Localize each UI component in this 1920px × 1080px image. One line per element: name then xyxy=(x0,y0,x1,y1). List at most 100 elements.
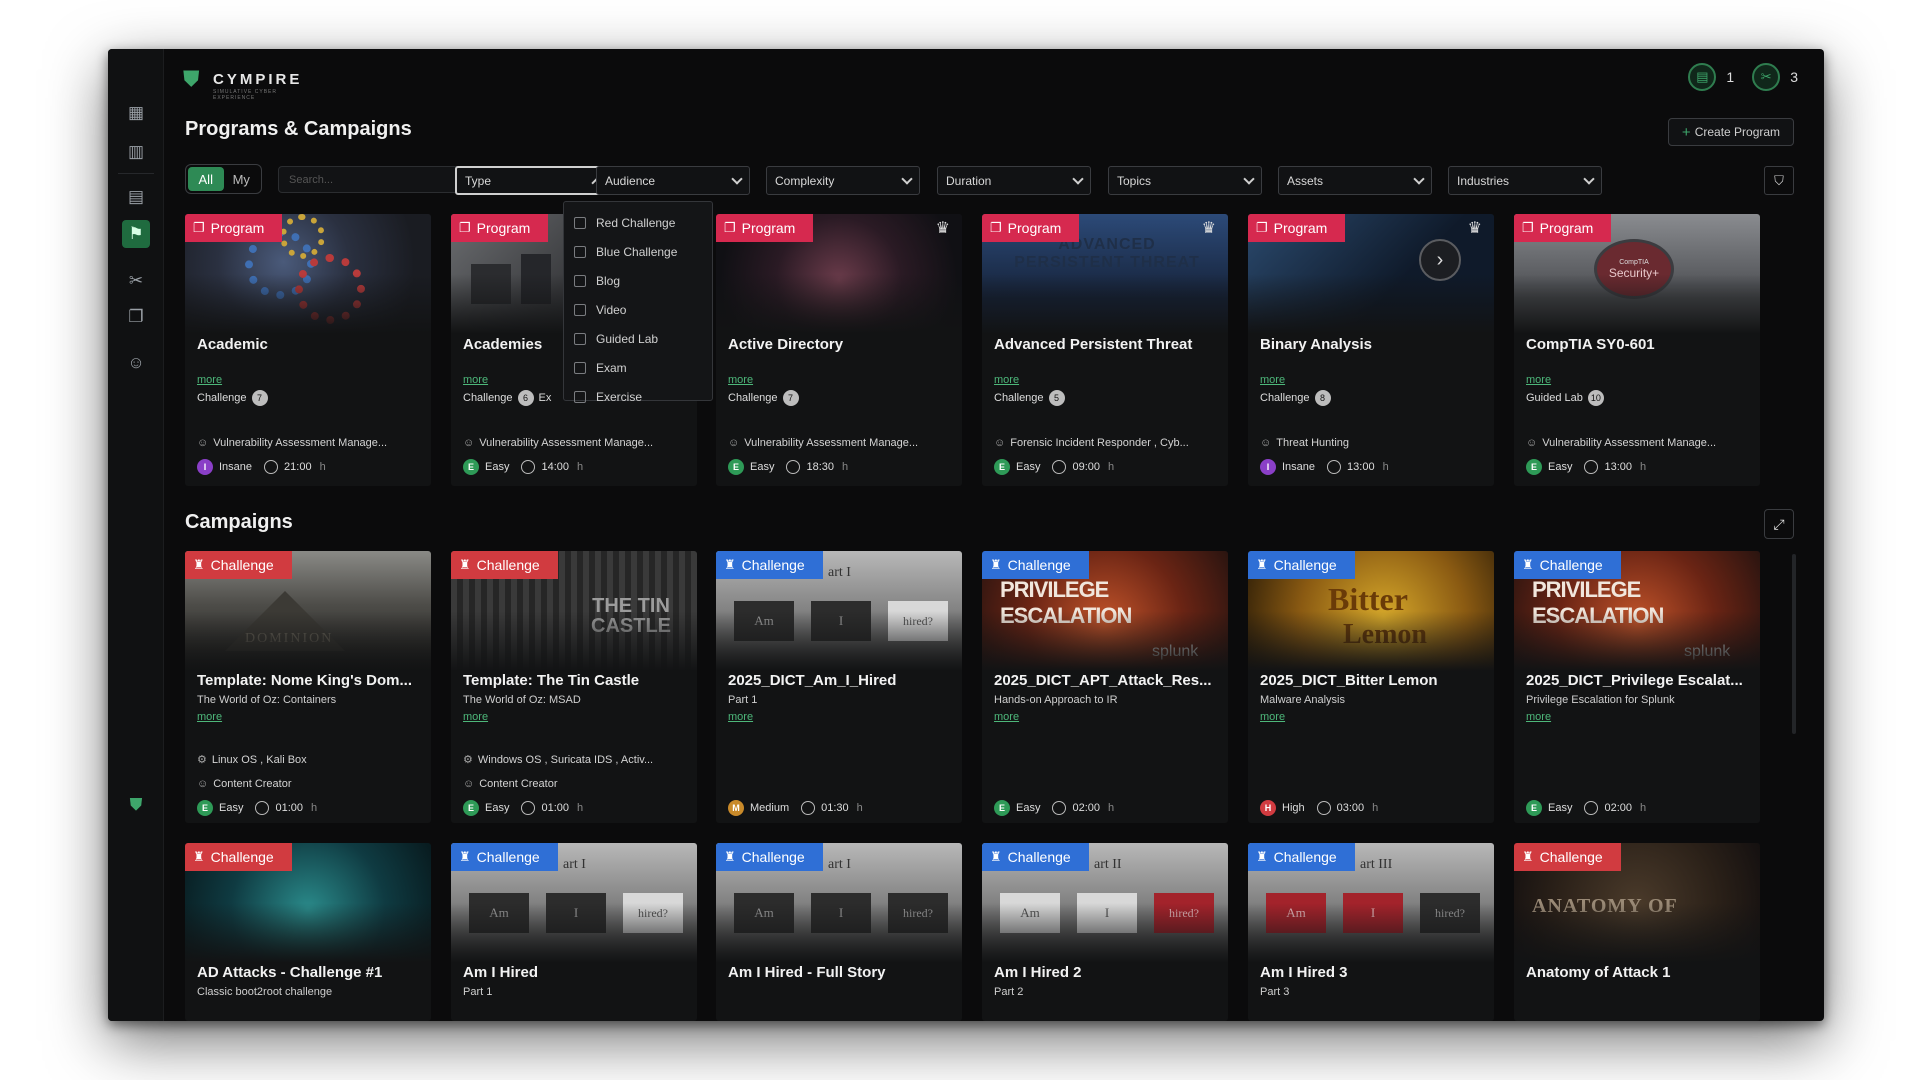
duration-text: 02:00 xyxy=(1072,802,1100,814)
difficulty-row: E Easy 02:00 h xyxy=(994,800,1114,816)
campaign-card[interactable]: DOMINION ♜ Challenge Template: Nome King'… xyxy=(185,551,431,823)
content-type-label: Challenge xyxy=(463,392,513,404)
content-count: 7 xyxy=(782,390,799,406)
more-link[interactable]: more xyxy=(1526,374,1551,386)
option-video[interactable]: Video xyxy=(564,295,712,324)
duration-unit: h xyxy=(577,802,584,814)
filter-settings-button[interactable]: ⛉ xyxy=(1764,166,1794,195)
option-label: Blog xyxy=(596,273,621,288)
program-card[interactable]: CompTIA Security+ ❐ Program CompTIA SY0-6… xyxy=(1514,214,1760,486)
audience-text: Threat Hunting xyxy=(1276,437,1349,449)
crown-icon: ♛ xyxy=(1467,220,1482,237)
tools-icon[interactable]: ✂ xyxy=(122,267,150,295)
option-blue-challenge[interactable]: Blue Challenge xyxy=(564,237,712,266)
more-link[interactable]: more xyxy=(994,374,1019,386)
campaign-card[interactable]: ANATOMY OF ♜ Challenge Anatomy of Attack … xyxy=(1514,843,1760,1021)
program-card[interactable]: ❐ Program ♛ Active Directory more Challen… xyxy=(716,214,962,486)
brand-logo[interactable]: ⛊ CYMPIRE SIMULATIVE CYBER EXPERIENCE xyxy=(183,65,302,101)
clock-icon xyxy=(264,460,279,474)
trophy-icon: ♜ xyxy=(193,849,205,864)
create-program-button[interactable]: + Create Program xyxy=(1668,118,1794,146)
checkbox[interactable] xyxy=(574,361,586,374)
checkbox[interactable] xyxy=(574,303,586,316)
library-icon[interactable]: ❐ xyxy=(122,303,150,331)
checkbox[interactable] xyxy=(574,245,586,258)
industries-select[interactable]: Industries xyxy=(1448,166,1602,195)
content-type: Challenge 7 xyxy=(728,390,799,406)
scrollbar[interactable] xyxy=(1792,554,1796,734)
more-link[interactable]: more xyxy=(728,374,753,386)
cympire-logo-icon: ⛊ xyxy=(183,66,200,91)
campaign-card[interactable]: Bitter Lemon ♜ Challenge 2025_DICT_Bitter… xyxy=(1248,551,1494,823)
topics-select[interactable]: Topics xyxy=(1108,166,1262,195)
more-link[interactable]: more xyxy=(463,374,488,386)
assets-text: Linux OS , Kali Box xyxy=(211,753,307,766)
checkbox[interactable] xyxy=(574,216,586,229)
more-link[interactable]: more xyxy=(197,374,222,386)
option-exercise[interactable]: Exercise xyxy=(564,382,712,411)
checkbox[interactable] xyxy=(574,390,586,403)
campaign-card[interactable]: PRIVILEGE ESCALATION splunk ♜ Challenge 2… xyxy=(1514,551,1760,823)
industries-select-label: Industries xyxy=(1457,173,1510,188)
content-type-label: Guided Lab xyxy=(1526,392,1583,404)
duration-select[interactable]: Duration xyxy=(937,166,1091,195)
option-guided-lab[interactable]: Guided Lab xyxy=(564,324,712,353)
program-card[interactable]: ❐ Program Academic more Challenge 7 ☺ Vulne… xyxy=(185,214,431,486)
campaign-card[interactable]: ♜ Challenge AD Attacks - Challenge #1 Cla… xyxy=(185,843,431,1021)
toggle-all[interactable]: All xyxy=(188,167,224,191)
dashboard-icon[interactable]: ▦ xyxy=(122,99,150,127)
duration-unit: h xyxy=(577,461,584,473)
campaign-card[interactable]: art I Am I hired? ♜ Challenge Am I Hired … xyxy=(451,843,697,1021)
option-red-challenge[interactable]: Red Challenge xyxy=(564,208,712,237)
more-link[interactable]: more xyxy=(728,711,753,723)
more-link[interactable]: more xyxy=(197,711,222,723)
chair-i: I xyxy=(811,601,871,641)
carousel-next-button[interactable]: › xyxy=(1419,239,1461,281)
more-link[interactable]: more xyxy=(463,711,488,723)
duration-unit: h xyxy=(1640,461,1647,473)
trophy-icon: ♜ xyxy=(724,557,736,572)
calendar-counter[interactable]: ▤ 1 xyxy=(1688,63,1734,91)
option-blog[interactable]: Blog xyxy=(564,266,712,295)
tin-castle-image-text: THE TIN CASTLE xyxy=(591,595,671,637)
expand-button[interactable]: ⤢ xyxy=(1764,509,1794,539)
assets-select[interactable]: Assets xyxy=(1278,166,1432,195)
campaign-card[interactable]: art II Am I hired? ♜ Challenge Am I Hired… xyxy=(982,843,1228,1021)
type-select[interactable]: Type xyxy=(455,166,611,195)
campaign-card[interactable]: art III Am I hired? ♜ Challenge Am I Hire… xyxy=(1248,843,1494,1021)
program-badge: ❐ Program xyxy=(982,214,1080,242)
badge-label: Challenge xyxy=(476,557,540,573)
option-exam[interactable]: Exam xyxy=(564,353,712,382)
campaign-card[interactable]: art I Am I hired? ♜ Challenge Am I Hired … xyxy=(716,843,962,1021)
calendar-icon[interactable]: ▤ xyxy=(122,183,150,211)
brand-shield-icon[interactable]: ⛊ xyxy=(122,791,150,819)
checkbox[interactable] xyxy=(574,274,586,287)
calendar-count: 1 xyxy=(1726,69,1735,85)
card-title: Template: Nome King's Dom... xyxy=(197,672,412,689)
crown-icon: ♛ xyxy=(1201,220,1216,237)
crown-icon: ♛ xyxy=(935,220,950,237)
clock-icon xyxy=(1584,460,1599,474)
campaign-card[interactable]: PRIVILEGE ESCALATION splunk ♜ Challenge 2… xyxy=(982,551,1228,823)
clock-icon xyxy=(255,801,270,815)
more-link[interactable]: more xyxy=(1260,374,1285,386)
card-title: 2025_DICT_Am_I_Hired xyxy=(728,672,897,689)
more-link[interactable]: more xyxy=(1526,711,1551,723)
campaign-card[interactable]: art I Am I hired? ♜ Challenge 2025_DICT_A… xyxy=(716,551,962,823)
difficulty-row: E Easy 09:00 h xyxy=(994,459,1114,475)
analytics-icon[interactable]: ▥ xyxy=(122,138,150,166)
checkbox[interactable] xyxy=(574,332,586,345)
complexity-select[interactable]: Complexity xyxy=(766,166,920,195)
audience-select[interactable]: Audience xyxy=(596,166,750,195)
more-link[interactable]: more xyxy=(994,711,1019,723)
flag-icon[interactable]: ⚑ xyxy=(122,220,150,248)
toggle-my[interactable]: My xyxy=(224,167,260,191)
users-icon[interactable]: ☺ xyxy=(122,349,150,377)
challenge-badge: ♜ Challenge xyxy=(185,843,292,871)
card-title: 2025_DICT_Bitter Lemon xyxy=(1260,672,1438,689)
campaign-card[interactable]: THE TIN CASTLE ♜ Challenge Template: The … xyxy=(451,551,697,823)
program-card[interactable]: ADVANCED PERSISTENT THREAT ❐ Program ♛ Ad… xyxy=(982,214,1228,486)
chair-am: Am xyxy=(1000,893,1060,933)
tools-counter[interactable]: ✂ 3 xyxy=(1752,63,1798,91)
more-link[interactable]: more xyxy=(1260,711,1285,723)
